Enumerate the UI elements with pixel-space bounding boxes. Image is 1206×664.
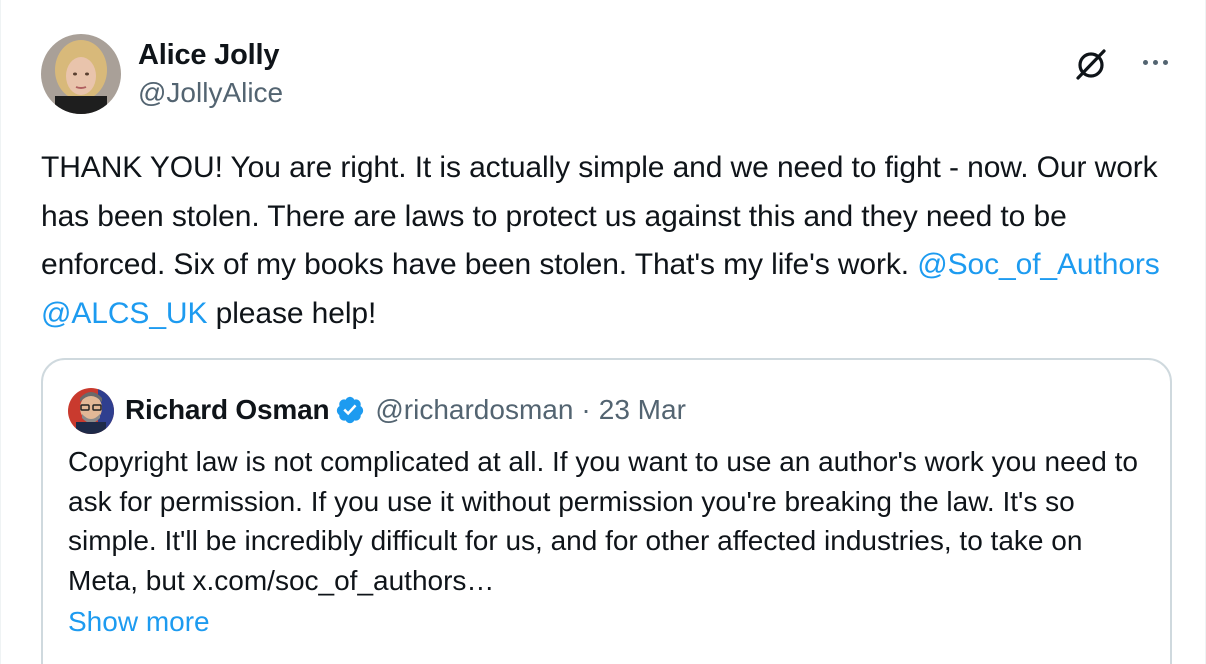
quoted-tweet[interactable]: Richard Osman @richardosman · 23 Mar Cop…: [41, 358, 1172, 664]
quoted-author-avatar[interactable]: [68, 388, 114, 434]
tweet: Alice Jolly @JollyAlice THANK YOU! You a…: [0, 0, 1206, 664]
dot-icon: [1142, 59, 1148, 65]
quoted-tweet-header: Richard Osman @richardosman · 23 Mar: [125, 390, 686, 430]
quoted-author-name[interactable]: Richard Osman: [125, 390, 330, 430]
tweet-text: THANK YOU! You are right. It is actually…: [41, 144, 1181, 338]
mention-link[interactable]: @Soc_of_Authors: [917, 248, 1160, 281]
verified-badge-icon: [337, 396, 364, 424]
more-options-icon[interactable]: [1135, 50, 1175, 74]
quoted-tweet-text: Copyright law is not complicated at all.…: [68, 446, 1138, 596]
grok-icon[interactable]: [1071, 44, 1111, 84]
show-more-link[interactable]: Show more: [68, 602, 210, 642]
author-avatar[interactable]: [41, 34, 121, 114]
author-name[interactable]: Alice Jolly: [138, 36, 283, 74]
dot-icon: [1162, 59, 1168, 65]
author-info: Alice Jolly @JollyAlice: [138, 36, 283, 112]
author-handle[interactable]: @JollyAlice: [138, 74, 283, 112]
dot-icon: [1152, 59, 1158, 65]
quoted-tweet-date[interactable]: 23 Mar: [599, 390, 686, 430]
quoted-author-handle[interactable]: @richardosman: [375, 390, 573, 430]
separator-dot: ·: [581, 394, 591, 425]
mention-link[interactable]: @ALCS_UK: [41, 297, 207, 330]
tweet-text-tail: please help!: [207, 296, 377, 330]
